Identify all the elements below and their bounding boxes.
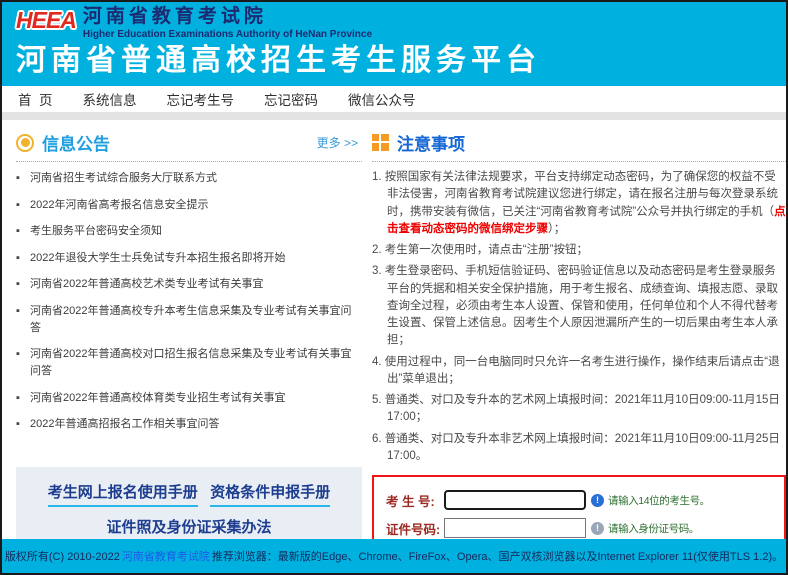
notices-title: 注意事项 [397,135,465,154]
info-icon: ! [591,493,604,507]
page: HEEA 河南省教育考试院 Higher Education Examinati… [0,0,788,575]
notices-panel: 注意事项 1. 按照国家有关法律法规要求，平台支持绑定动态密码，为了确保您的权益… [372,130,786,539]
org-name-cn: 河南省教育考试院 [82,6,267,27]
announcement-item[interactable]: 2022年河南省高考报名信息安全提示 [16,197,362,214]
announcement-item[interactable]: 河南省2022年普通高校体育类专业招生考试有关事宜 [16,390,362,407]
nav-item-wechat[interactable]: 微信公众号 [348,89,416,109]
announcements-title: 信息公告 [42,135,110,154]
notice-item: 2. 考生第一次使用时，请点击“注册”按钮； [372,244,588,256]
notice-item: 5. 普通类、对口及专升本的艺术网上填报时间：2021年11月10日09:00-… [372,394,780,424]
notice-item: 6. 普通类、对口及专升本非艺术网上填报时间：2021年11月10日09:00-… [372,432,780,462]
logo-row: HEEA 河南省教育考试院 Higher Education Examinati… [16,6,786,41]
login-form: 考 生 号: ! 请输入14位的考生号。 证件号码: ! 请输入身份证号码。 登… [372,475,786,539]
info-icon: ! [591,521,604,535]
heea-logo-icon: HEEA [16,7,77,33]
announcement-item[interactable]: 河南省2022年普通高校艺术类专业考试有关事宜 [16,276,362,293]
nav-item-system-info[interactable]: 系统信息 [83,89,137,109]
announcement-item[interactable]: 河南省2022年普通高校专升本考生信息采集及专业考试有关事宜问答 [16,303,362,337]
nav-item-forgot-password[interactable]: 忘记密码 [264,89,318,109]
notice-text: 1. 按照国家有关法律法规要求，平台支持绑定动态密码，为了确保您的权益不受非法侵… [372,171,778,218]
announcements-header: 信息公告 更多 >> [16,130,362,162]
handbook-link-qualification[interactable]: 资格条件申报手册 [210,481,331,508]
announcements-panel: 信息公告 更多 >> 河南省招生考试综合服务大厅联系方式 2022年河南省高考报… [16,130,362,539]
notice-list: 1. 按照国家有关法律法规要求，平台支持绑定动态密码，为了确保您的权益不受非法侵… [372,169,786,469]
content-area: 信息公告 更多 >> 河南省招生考试综合服务大厅联系方式 2022年河南省高考报… [2,120,786,539]
main-nav: 首 页 系统信息 忘记考生号 忘记密码 微信公众号 [2,86,786,112]
candidate-id-hint: 请输入14位的考生号。 [608,494,710,507]
announcement-item[interactable]: 2022年退役大学生士兵免试专升本招生报名即将开始 [16,250,362,267]
handbook-link-photo[interactable]: 证件照及身份证采集办法 [106,516,271,539]
more-link[interactable]: 更多 >> [317,134,362,151]
notice-item: 1. 按照国家有关法律法规要求，平台支持绑定动态密码，为了确保您的权益不受非法侵… [372,169,786,238]
candidate-id-input[interactable] [444,490,586,510]
id-number-input[interactable] [444,518,586,538]
candidate-id-row: 考 生 号: ! 请输入14位的考生号。 [386,490,780,510]
announcement-item[interactable]: 2022年普通高招报名工作相关事宜问答 [16,416,362,433]
browser-recommendation-text: 推荐浏览器：最新版的Edge、Chrome、FireFox、Opera、国产双核… [211,551,784,563]
handbook-line: 考生网上报名使用手册 资格条件申报手册 [24,481,354,508]
nav-divider [2,112,786,120]
nav-item-home[interactable]: 首 页 [18,89,53,109]
handbook-box: 考生网上报名使用手册 资格条件申报手册 证件照及身份证采集办法 考生网上报名草表 [16,467,362,539]
announcement-item[interactable]: 考生服务平台密码安全须知 [16,223,362,240]
notice-item: 3. 考生登录密码、手机短信验证码、密码验证信息以及动态密码是考生登录服务平台的… [372,265,778,347]
announcement-item[interactable]: 河南省招生考试综合服务大厅联系方式 [16,170,362,187]
id-number-row: 证件号码: ! 请输入身份证号码。 [386,518,780,538]
announcement-list: 河南省招生考试综合服务大厅联系方式 2022年河南省高考报名信息安全提示 考生服… [16,170,362,443]
copyright-text: 版权所有(C) 2010-2022 [4,551,120,563]
id-number-hint: 请输入身份证号码。 [608,522,699,535]
announcement-item[interactable]: 河南省2022年普通高校对口招生报名信息采集及专业考试有关事宜问答 [16,346,362,380]
org-title-block: 河南省教育考试院 Higher Education Examinations A… [82,6,373,41]
site-footer: 版权所有(C) 2010-2022 河南省教育考试院 推荐浏览器：最新版的Edg… [2,539,786,573]
nav-item-forgot-id[interactable]: 忘记考生号 [167,89,235,109]
platform-title: 河南省普通高校招生考生服务平台 [16,43,541,77]
site-header: HEEA 河南省教育考试院 Higher Education Examinati… [2,2,786,86]
bullseye-icon [16,133,34,152]
notices-header: 注意事项 [372,130,786,162]
notice-text: ）； [548,222,566,235]
id-number-label: 证件号码: [386,522,441,537]
handbook-link-manual[interactable]: 考生网上报名使用手册 [47,481,198,508]
org-name-en: Higher Education Examinations Authority … [82,28,373,40]
handbook-line: 证件照及身份证采集办法 [24,516,354,539]
notice-item: 4. 使用过程中，同一台电脑同时只允许一名考生进行操作，操作结束后请点击“退出”… [372,355,780,385]
footer-org-link[interactable]: 河南省教育考试院 [122,548,210,564]
grid-squares-icon [372,134,389,151]
candidate-id-label: 考 生 号: [386,494,435,509]
